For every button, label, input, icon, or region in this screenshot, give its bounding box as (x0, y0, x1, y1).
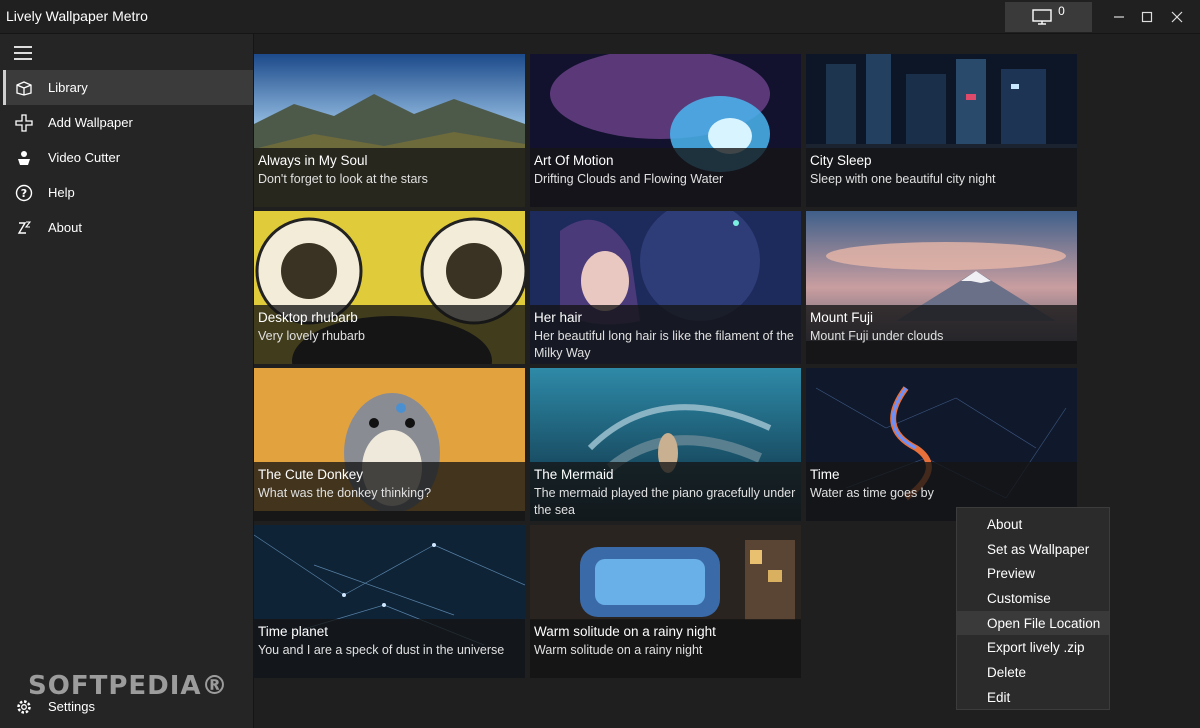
menu-item-open-file-location[interactable]: Open File Location (957, 610, 1109, 636)
sidebar-item-settings[interactable]: Settings (3, 689, 253, 724)
sidebar-item-library[interactable]: Library (3, 70, 253, 105)
tile-title: Her hair (534, 310, 583, 325)
maximize-icon (1141, 11, 1153, 23)
wallpaper-tile[interactable]: Art Of Motion Drifting Clouds and Flowin… (530, 54, 801, 207)
tile-description: Water as time goes by (810, 486, 934, 500)
menu-item-set-as-wallpaper[interactable]: Set as Wallpaper (957, 537, 1109, 562)
wallpaper-tile[interactable]: Mount Fuji Mount Fuji under clouds (806, 211, 1077, 364)
tile-description: Mount Fuji under clouds (810, 329, 944, 343)
sidebar-item-video-cutter[interactable]: Video Cutter (3, 140, 253, 175)
tile-description: What was the donkey thinking? (258, 486, 432, 500)
close-icon (1171, 11, 1183, 23)
menu-item-delete[interactable]: Delete (957, 660, 1109, 685)
tile-title: Art Of Motion (534, 153, 614, 168)
sidebar-item-label: Add Wallpaper (48, 115, 133, 130)
sidebar-item-about[interactable]: About (3, 210, 253, 245)
sidebar-item-add-wallpaper[interactable]: Add Wallpaper (3, 105, 253, 140)
tile-title: City Sleep (810, 153, 872, 168)
tile-description: Don't forget to look at the stars (258, 172, 428, 186)
tile-caption: Always in My Soul Don't forget to look a… (254, 148, 525, 207)
wallpaper-tile[interactable]: The Cute Donkey What was the donkey thin… (254, 368, 525, 521)
monitor-button[interactable]: 0 (1005, 2, 1092, 32)
tile-caption: Desktop rhubarb Very lovely rhubarb (254, 305, 525, 364)
monitor-count: 0 (1058, 4, 1065, 18)
wallpaper-tile[interactable]: Time planet You and I are a speck of dus… (254, 525, 525, 678)
tile-title: Time planet (258, 624, 329, 639)
tile-title: Always in My Soul (258, 153, 368, 168)
tile-caption: Warm solitude on a rainy night Warm soli… (530, 619, 801, 678)
tile-description: Her beautiful long hair is like the fila… (534, 329, 794, 360)
tile-description: Very lovely rhubarb (258, 329, 366, 343)
tile-description: The mermaid played the piano gracefully … (534, 486, 796, 517)
tile-caption: Mount Fuji Mount Fuji under clouds (806, 305, 1077, 364)
video-cutter-icon (15, 149, 33, 167)
sidebar-item-label: Help (48, 185, 75, 200)
plus-icon (15, 113, 33, 132)
app-title: Lively Wallpaper Metro (6, 8, 148, 24)
tile-caption: The Cute Donkey What was the donkey thin… (254, 462, 525, 521)
hamburger-menu-icon[interactable] (14, 46, 32, 60)
tile-title: The Cute Donkey (258, 467, 364, 482)
svg-text:?: ? (21, 187, 27, 200)
wallpaper-tile[interactable]: Time Water as time goes by (806, 368, 1077, 521)
tile-title: Desktop rhubarb (258, 310, 358, 325)
sidebar: Library Add Wallpaper Video Cutter ? Hel… (0, 34, 254, 728)
menu-item-about[interactable]: About (957, 512, 1109, 537)
sidebar-item-label: Video Cutter (48, 150, 121, 165)
tile-caption: Her hair Her beautiful long hair is like… (530, 305, 801, 364)
wallpaper-tile[interactable]: City Sleep Sleep with one beautiful city… (806, 54, 1077, 207)
wallpaper-tile[interactable]: Her hair Her beautiful long hair is like… (530, 211, 801, 364)
menu-item-customise[interactable]: Customise (957, 586, 1109, 611)
sidebar-item-label: Settings (48, 699, 95, 714)
tile-description: You and I are a speck of dust in the uni… (258, 643, 505, 657)
close-button[interactable] (1158, 2, 1196, 32)
tile-description: Sleep with one beautiful city night (810, 172, 996, 186)
menu-item-preview[interactable]: Preview (957, 561, 1109, 586)
tile-caption: Time planet You and I are a speck of dus… (254, 619, 525, 678)
wallpaper-tile[interactable]: Desktop rhubarb Very lovely rhubarb (254, 211, 525, 364)
about-icon (15, 219, 33, 237)
wallpaper-tile[interactable]: The Mermaid The mermaid played the piano… (530, 368, 801, 521)
tile-caption: City Sleep Sleep with one beautiful city… (806, 148, 1077, 207)
tile-description: Warm solitude on a rainy night (534, 643, 703, 657)
gear-icon (15, 698, 33, 716)
menu-item-export-zip[interactable]: Export lively .zip (957, 635, 1109, 660)
tile-caption: Art Of Motion Drifting Clouds and Flowin… (530, 148, 801, 207)
help-icon: ? (15, 184, 33, 202)
tile-description: Drifting Clouds and Flowing Water (534, 172, 724, 186)
title-bar: Lively Wallpaper Metro 0 (0, 0, 1200, 34)
sidebar-item-label: About (48, 220, 82, 235)
sidebar-item-label: Library (48, 80, 88, 95)
monitor-icon (1032, 9, 1052, 25)
tile-title: Time (810, 467, 840, 482)
tile-title: Mount Fuji (810, 310, 874, 325)
menu-item-edit[interactable]: Edit (957, 685, 1109, 710)
tile-title: Warm solitude on a rainy night (534, 624, 716, 639)
library-icon (15, 79, 33, 97)
sidebar-item-help[interactable]: ? Help (3, 175, 253, 210)
wallpaper-tile[interactable]: Always in My Soul Don't forget to look a… (254, 54, 525, 207)
tile-title: The Mermaid (534, 467, 614, 482)
wallpaper-tile[interactable]: Warm solitude on a rainy night Warm soli… (530, 525, 801, 678)
wallpaper-context-menu: About Set as Wallpaper Preview Customise… (956, 507, 1110, 710)
minimize-icon (1114, 16, 1124, 18)
tile-caption: The Mermaid The mermaid played the piano… (530, 462, 801, 521)
